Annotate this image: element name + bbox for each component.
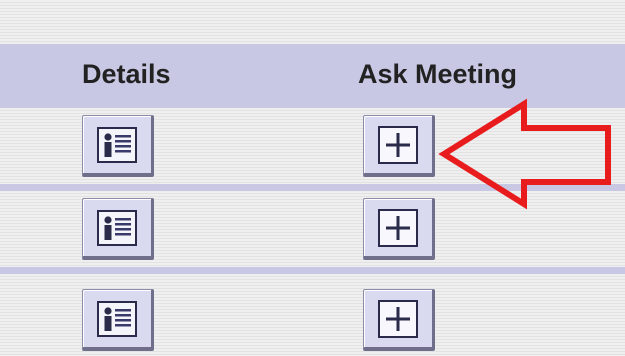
column-header-details: Details: [82, 59, 171, 89]
table-top-band: [0, 0, 625, 44]
plus-icon: [378, 299, 418, 338]
plus-icon: [378, 125, 418, 164]
table-row: [0, 274, 625, 356]
details-button[interactable]: [82, 289, 154, 351]
plus-icon: [378, 208, 418, 247]
red-arrow-annotation: [438, 98, 611, 210]
details-card-icon: [97, 126, 137, 163]
ask-meeting-button[interactable]: [363, 115, 435, 177]
details-card-icon: [97, 209, 137, 246]
ask-meeting-button[interactable]: [363, 289, 435, 351]
ask-meeting-button[interactable]: [363, 198, 435, 260]
details-card-icon: [97, 300, 137, 337]
details-button[interactable]: [82, 198, 154, 260]
details-button[interactable]: [82, 115, 154, 177]
row-divider: [0, 267, 625, 274]
column-header-ask-meeting: Ask Meeting: [358, 59, 518, 89]
meetings-table: Details Ask Meeting: [0, 0, 625, 356]
